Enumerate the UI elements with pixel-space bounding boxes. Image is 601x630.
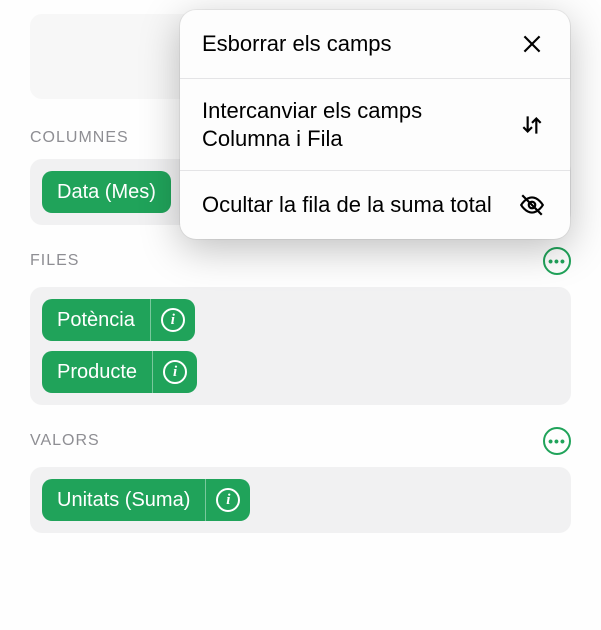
rows-title: FILES [30,252,79,270]
field-chip-producte[interactable]: Producte i [42,351,197,393]
close-icon [516,28,548,60]
hide-total-item[interactable]: Ocultar la fila de la suma total [180,170,570,239]
field-chip-data-mes[interactable]: Data (Mes) [42,171,171,213]
info-icon: i [216,488,240,512]
swap-vertical-icon [516,109,548,141]
options-popover: Esborrar els camps Intercanviar els camp… [180,10,570,239]
swap-fields-label: Intercanviar els camps Columna i Fila [202,97,502,152]
rows-body: Potència i Producte i [30,287,571,405]
eye-off-icon [516,189,548,221]
chip-label: Potència [42,299,150,341]
more-icon: ••• [548,433,566,449]
chip-label: Producte [42,351,152,393]
chip-info-button[interactable]: i [151,299,195,341]
hide-total-label: Ocultar la fila de la suma total [202,191,502,219]
values-section: VALORS ••• Unitats (Suma) i [30,427,571,533]
chip-info-button[interactable]: i [206,479,250,521]
info-icon: i [163,360,187,384]
rows-section: FILES ••• Potència i Producte i [30,247,571,405]
rows-more-button[interactable]: ••• [543,247,571,275]
chip-info-button[interactable]: i [153,351,197,393]
field-chip-potencia[interactable]: Potència i [42,299,195,341]
clear-fields-label: Esborrar els camps [202,30,502,58]
swap-fields-item[interactable]: Intercanviar els camps Columna i Fila [180,78,570,170]
info-icon: i [161,308,185,332]
columns-title: COLUMNES [30,129,129,147]
chip-label: Data (Mes) [42,171,171,213]
clear-fields-item[interactable]: Esborrar els camps [180,10,570,78]
field-chip-unitats[interactable]: Unitats (Suma) i [42,479,250,521]
chip-label: Unitats (Suma) [42,479,205,521]
values-more-button[interactable]: ••• [543,427,571,455]
values-body: Unitats (Suma) i [30,467,571,533]
more-icon: ••• [548,253,566,269]
values-title: VALORS [30,432,100,450]
